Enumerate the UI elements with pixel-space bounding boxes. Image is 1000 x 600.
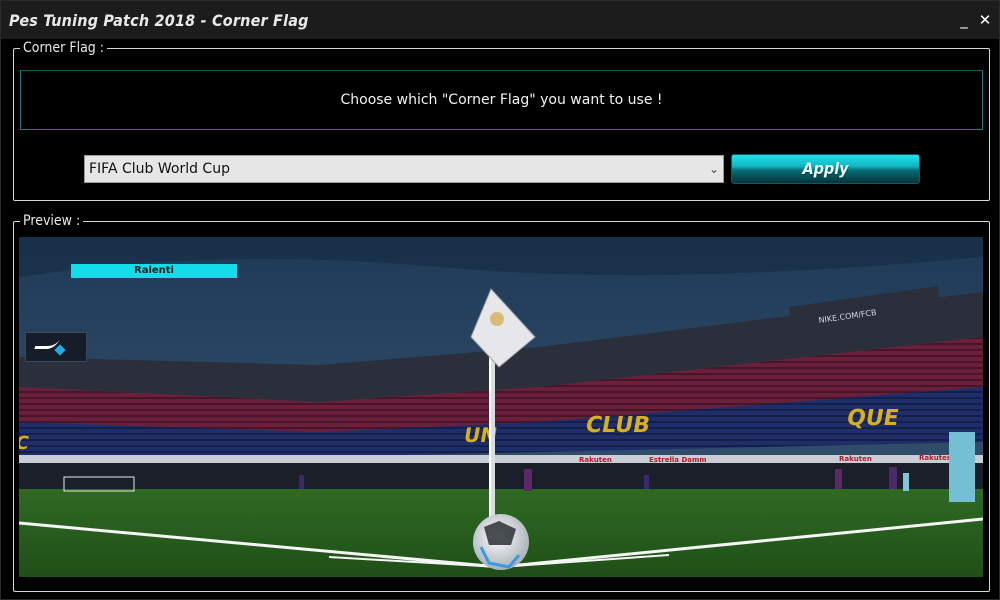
- flag-badge: [490, 312, 504, 326]
- message-panel: Choose which "Corner Flag" you want to u…: [20, 70, 983, 130]
- title-bar[interactable]: Pes Tuning Patch 2018 - Corner Flag _ ✕: [1, 1, 999, 39]
- stadium-scene: NIKE.COM/FCB SC UN CLUB QUE Rakuten Estr…: [19, 237, 983, 577]
- preview-group: Preview : NIKE.COM/FCB SC UN CLUB QUE Ra…: [13, 213, 990, 592]
- preview-legend: Preview :: [20, 213, 84, 229]
- svg-text:QUE: QUE: [845, 405, 901, 431]
- corner-flag-legend: Corner Flag :: [20, 40, 108, 56]
- star-icon: [54, 344, 66, 356]
- minimize-button[interactable]: _: [954, 11, 974, 29]
- svg-text:Rakuten: Rakuten: [839, 455, 872, 463]
- selected-value: FIFA Club World Cup: [89, 161, 230, 177]
- app-window: Pes Tuning Patch 2018 - Corner Flag _ ✕ …: [0, 0, 1000, 600]
- ralenti-label: Ralenti: [71, 264, 237, 278]
- nike-board: [25, 332, 87, 362]
- svg-text:Rakuten: Rakuten: [579, 456, 612, 464]
- svg-text:Estrella Damm: Estrella Damm: [649, 456, 707, 464]
- close-button[interactable]: ✕: [975, 11, 995, 29]
- window-title: Pes Tuning Patch 2018 - Corner Flag: [9, 11, 309, 30]
- apply-button[interactable]: Apply: [731, 154, 920, 184]
- svg-text:CLUB: CLUB: [584, 412, 653, 438]
- svg-text:Rakuten: Rakuten: [919, 454, 952, 462]
- instruction-text: Choose which "Corner Flag" you want to u…: [340, 92, 663, 108]
- preview-image: NIKE.COM/FCB SC UN CLUB QUE Rakuten Estr…: [19, 237, 983, 577]
- corner-flag-select[interactable]: FIFA Club World Cup ⌄: [84, 155, 724, 183]
- chevron-down-icon[interactable]: ⌄: [709, 156, 719, 182]
- corner-flag-group: Corner Flag : Choose which "Corner Flag"…: [13, 40, 990, 201]
